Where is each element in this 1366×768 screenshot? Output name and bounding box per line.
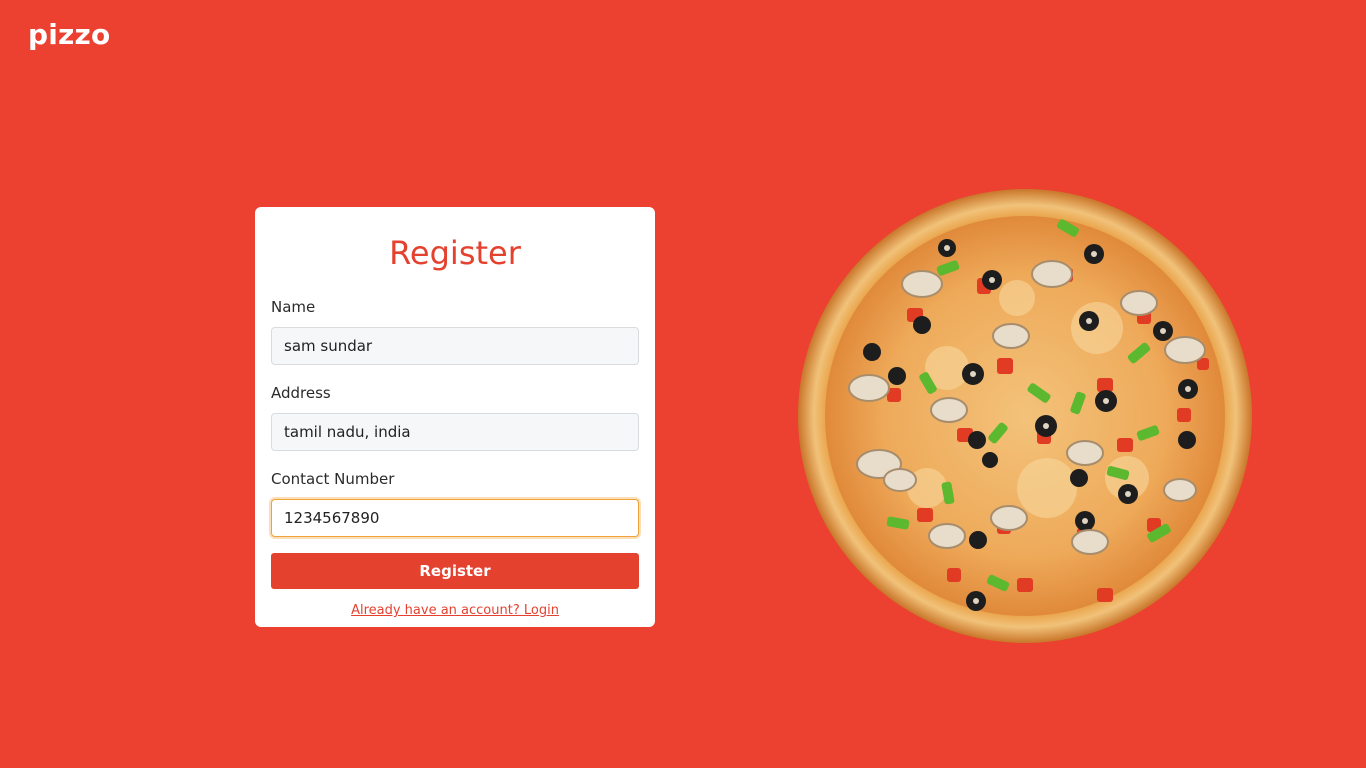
brand-logo[interactable]: pizzo: [28, 18, 110, 51]
name-field[interactable]: [271, 327, 639, 365]
address-label: Address: [271, 384, 331, 402]
address-field[interactable]: [271, 413, 639, 451]
pizza-image: [797, 188, 1253, 644]
contact-number-label: Contact Number: [271, 470, 395, 488]
page-title: Register: [389, 234, 521, 272]
register-card: Register Name Address Contact Number Reg…: [255, 207, 655, 627]
register-button[interactable]: Register: [271, 553, 639, 589]
name-label: Name: [271, 298, 316, 316]
login-link[interactable]: Already have an account? Login: [271, 603, 639, 618]
contact-number-field[interactable]: [271, 499, 639, 537]
pizza-illustration: [798, 189, 1252, 643]
